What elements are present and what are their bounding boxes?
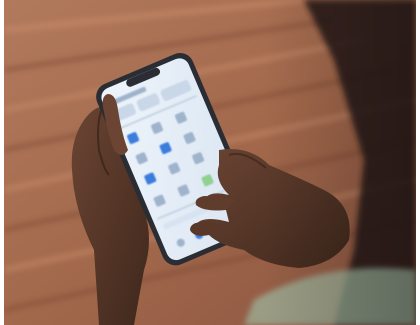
- photo-scene: [4, 0, 416, 325]
- photo: [4, 0, 416, 325]
